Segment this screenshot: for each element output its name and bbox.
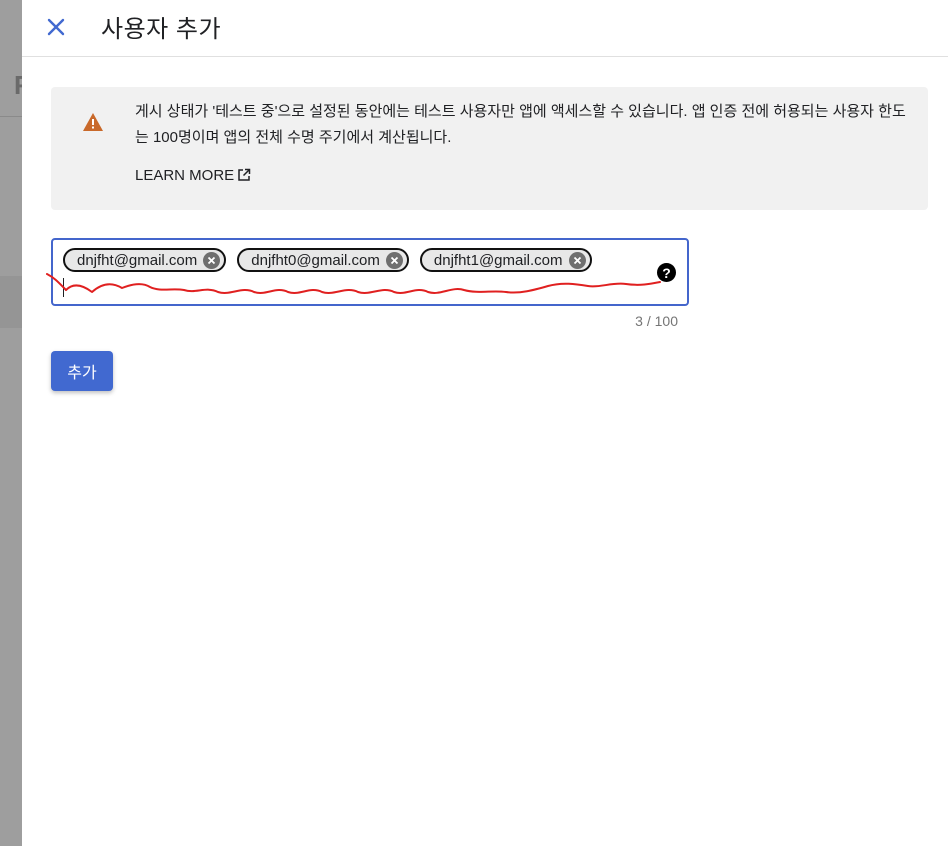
email-chip: dnjfht0@gmail.com [237,248,409,272]
email-chip: dnjfht1@gmail.com [419,248,592,272]
testing-notice: 게시 상태가 '테스트 중'으로 설정된 동안에는 테스트 사용자만 앱에 액세… [51,87,928,210]
email-chip-label: dnjfht0@gmail.com [251,251,380,269]
add-users-panel: 사용자 추가 게시 상태가 '테스트 중'으로 설정된 동안에는 테스트 사용자… [22,0,948,846]
user-email-input[interactable]: dnjfht@gmail.com dnjfht0@gmail.com dnjfh… [51,238,689,306]
close-icon [47,18,65,36]
warning-icon [83,113,103,131]
notice-text: 게시 상태가 '테스트 중'으로 설정된 동안에는 테스트 사용자만 앱에 액세… [135,103,906,146]
chip-remove-icon[interactable] [568,251,586,269]
text-cursor [63,278,64,297]
background-page: F [0,0,30,846]
email-chip: dnjfht@gmail.com [63,248,227,272]
learn-more-link[interactable]: LEARN MORE [135,167,251,184]
chip-remove-icon[interactable] [385,251,403,269]
help-icon[interactable]: ? [657,263,676,282]
background-divider [0,116,22,117]
chip-remove-icon[interactable] [203,251,221,269]
background-block [0,276,22,328]
close-button[interactable] [42,13,70,41]
external-link-icon [238,168,251,181]
page-title: 사용자 추가 [101,16,222,43]
learn-more-label: LEARN MORE [135,167,235,184]
add-button[interactable]: 추가 [51,351,113,391]
user-count: 3 / 100 [635,313,678,329]
email-chip-label: dnjfht1@gmail.com [433,251,563,269]
email-chip-label: dnjfht@gmail.com [77,251,198,269]
panel-header: 사용자 추가 [22,0,948,57]
email-chip-list: dnjfht@gmail.com dnjfht0@gmail.com dnjfh… [63,248,592,272]
